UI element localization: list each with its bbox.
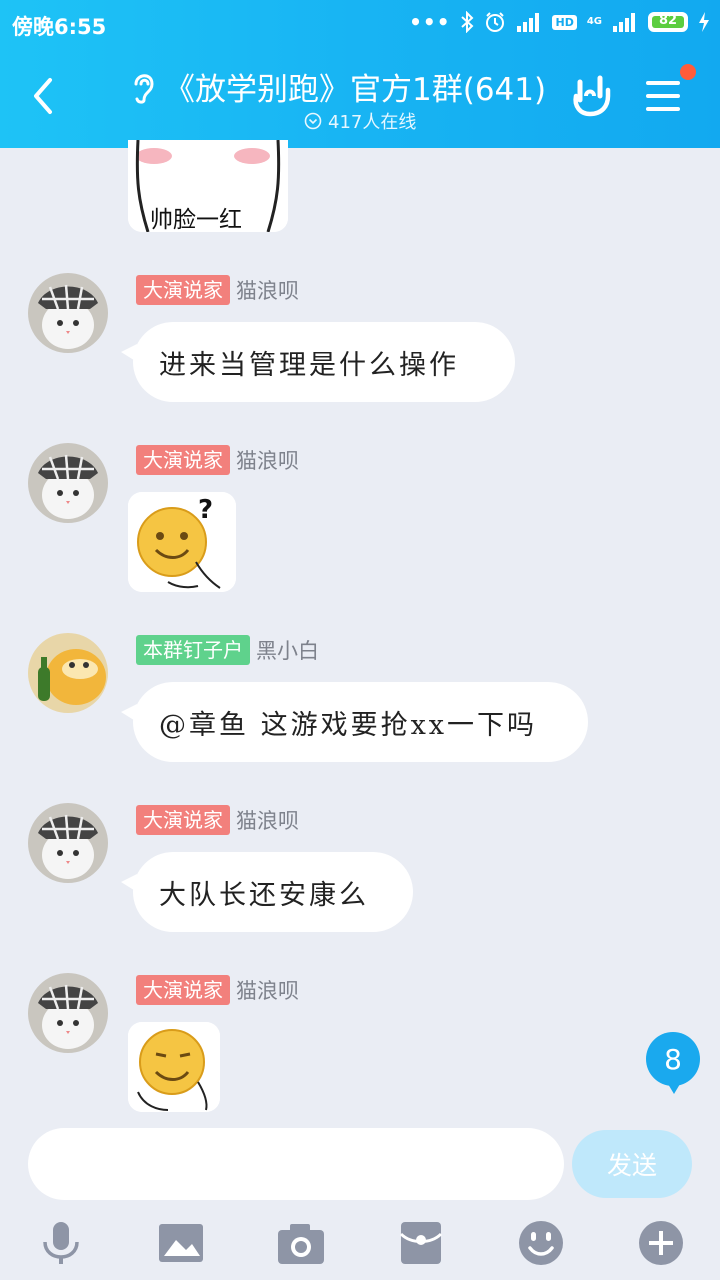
message-meta: 大演说家 猫浪呗: [136, 975, 299, 1005]
camera-icon[interactable]: [276, 1218, 326, 1268]
duck-avatar-icon: [28, 633, 108, 713]
online-status[interactable]: 417人在线: [304, 108, 416, 134]
ear-icon: [134, 74, 154, 104]
sender-nickname: 猫浪呗: [236, 279, 299, 303]
battery-level: 82: [658, 13, 678, 28]
status-icons: ••• HD 4G 82: [409, 10, 710, 34]
sender-nickname: 黑小白: [256, 639, 319, 663]
bluetooth-icon: [461, 11, 474, 33]
network-type: 4G: [586, 16, 602, 27]
input-toolbar: [0, 1210, 720, 1280]
sticker-face-blush[interactable]: 帅脸一红: [128, 140, 288, 232]
back-button[interactable]: [26, 74, 66, 122]
message-text: 进来当管理是什么操作: [159, 349, 459, 381]
cat-avatar-icon: [28, 973, 108, 1053]
hd-badge: HD: [552, 14, 577, 30]
image-icon[interactable]: [156, 1218, 206, 1268]
cat-avatar-icon: [28, 803, 108, 883]
menu-button[interactable]: [644, 64, 696, 114]
member-title-tag: 大演说家: [136, 805, 230, 835]
sender-nickname: 猫浪呗: [236, 449, 299, 473]
title-row[interactable]: 《放学别跑》官方1群(641): [128, 64, 546, 108]
charging-icon: [699, 12, 709, 32]
group-title: 《放学别跑》官方1群(641): [164, 71, 547, 108]
message-text: 大队长还安康么: [159, 879, 369, 911]
message-text: @章鱼 这游戏要抢xx一下吗: [159, 709, 538, 741]
rock-hand-icon[interactable]: [570, 72, 616, 120]
status-bar: 傍晚6:55 ••• HD 4G 82: [0, 0, 720, 48]
online-count: 417人在线: [328, 112, 417, 133]
sender-nickname: 猫浪呗: [236, 979, 299, 1003]
sticker-caption: 帅脸一红: [150, 207, 242, 232]
question-face-icon: ?: [128, 492, 236, 592]
avatar-cat[interactable]: [28, 273, 108, 353]
avatar-psyduck[interactable]: [28, 633, 108, 713]
message-meta: 大演说家 猫浪呗: [136, 445, 299, 475]
chevron-down-circle-icon: [304, 112, 322, 130]
member-title-tag: 本群钉子户: [136, 635, 250, 665]
member-title-tag: 大演说家: [136, 445, 230, 475]
avatar-cat[interactable]: [28, 803, 108, 883]
unread-count-badge[interactable]: 8: [646, 1032, 700, 1094]
send-button[interactable]: 发送: [572, 1130, 692, 1198]
message-bubble[interactable]: 大队长还安康么: [121, 852, 413, 932]
sender-nickname: 猫浪呗: [236, 809, 299, 833]
message-bubble[interactable]: 进来当管理是什么操作: [121, 322, 515, 402]
signal-icon: [517, 13, 540, 32]
member-title-tag: 大演说家: [136, 275, 230, 305]
battery-icon: 82: [648, 12, 688, 32]
menu-icon: [646, 81, 680, 111]
avatar-cat[interactable]: [28, 973, 108, 1053]
signal-icon-2: [613, 13, 635, 32]
chat-header: 傍晚6:55 ••• HD 4G 82 《放学别跑》官方1群(641) 417人…: [0, 0, 720, 148]
cat-avatar-icon: [28, 273, 108, 353]
sticker-smile[interactable]: [128, 1022, 220, 1112]
more-dots-icon: •••: [409, 10, 451, 34]
message-meta: 大演说家 猫浪呗: [136, 805, 299, 835]
cat-avatar-icon: [28, 443, 108, 523]
message-bubble[interactable]: @章鱼 这游戏要抢xx一下吗: [121, 682, 588, 762]
microphone-icon[interactable]: [36, 1218, 86, 1268]
member-title-tag: 大演说家: [136, 975, 230, 1005]
message-meta: 本群钉子户 黑小白: [136, 635, 319, 665]
status-time: 傍晚6:55: [12, 15, 107, 39]
plus-icon[interactable]: [636, 1218, 686, 1268]
smile-face-icon: [128, 1022, 220, 1112]
avatar-cat[interactable]: [28, 443, 108, 523]
notification-dot: [680, 64, 696, 80]
alarm-icon: [486, 12, 505, 32]
message-input[interactable]: [28, 1128, 564, 1200]
sticker-question[interactable]: ?: [128, 492, 236, 592]
emoji-icon[interactable]: [516, 1218, 566, 1268]
message-meta: 大演说家 猫浪呗: [136, 275, 299, 305]
red-packet-icon[interactable]: [396, 1218, 446, 1268]
svg-text:?: ?: [198, 495, 213, 525]
